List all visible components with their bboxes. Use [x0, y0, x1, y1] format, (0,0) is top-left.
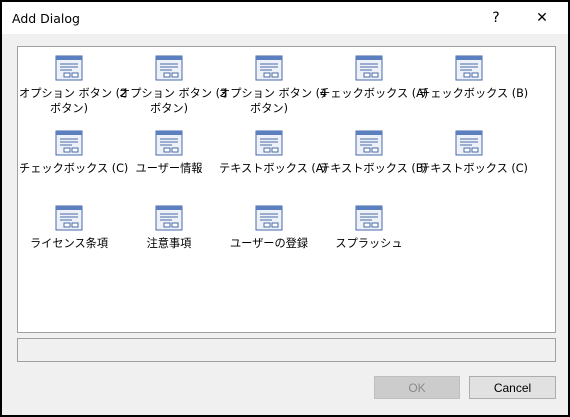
- help-icon: ?: [492, 10, 500, 26]
- dialog-template-label: ユーザー情報: [119, 161, 219, 176]
- dialog-template-icon: [355, 130, 383, 156]
- dialog-template-label: 注意事項: [119, 236, 219, 251]
- dialog-template-icon: [455, 130, 483, 156]
- label-line: オプション ボタン (4: [219, 87, 328, 100]
- dialog-template-icon: [255, 55, 283, 81]
- label-line: チェックボックス (B): [419, 87, 529, 100]
- dialog-template-label: ユーザーの登録: [219, 236, 319, 251]
- dialog-template-item[interactable]: テキストボックス (C): [419, 130, 528, 176]
- dialog-template-item[interactable]: テキストボックス (B): [319, 130, 428, 176]
- dialog-template-label: オプション ボタン (3 ボタン): [119, 86, 228, 116]
- dialog-template-item[interactable]: チェックボックス (B): [419, 55, 529, 101]
- label-line: ライセンス条項: [29, 237, 109, 250]
- dialog-template-item[interactable]: オプション ボタン (4 ボタン): [219, 55, 328, 116]
- dialog-template-item[interactable]: オプション ボタン (2 ボタン): [19, 55, 128, 116]
- dialog-template-item[interactable]: チェックボックス (C): [19, 130, 129, 176]
- dialog-template-icon: [155, 130, 183, 156]
- dialog-template-icon: [55, 130, 83, 156]
- dialog-template-label: チェックボックス (A): [319, 86, 429, 101]
- dialog-template-icon: [355, 55, 383, 81]
- label-line: オプション ボタン (3: [119, 87, 228, 100]
- dialog-template-item[interactable]: テキストボックス (A): [219, 130, 328, 176]
- label-line: テキストボックス (B): [319, 162, 428, 175]
- dialog-template-icon: [155, 55, 183, 81]
- label-line: チェックボックス (A): [319, 87, 429, 100]
- dialog-template-icon: [255, 130, 283, 156]
- close-button[interactable]: ✕: [520, 2, 564, 34]
- dialog-template-item[interactable]: ユーザーの登録: [219, 205, 319, 251]
- label-line: 注意事項: [146, 237, 192, 250]
- window-title: Add Dialog: [12, 11, 80, 26]
- dialog-template-label: テキストボックス (C): [419, 161, 528, 176]
- label-line: ユーザーの登録: [229, 237, 309, 250]
- label-line: テキストボックス (A): [219, 162, 328, 175]
- dialog-template-icon: [355, 205, 383, 231]
- label-line: ボタン): [150, 102, 188, 115]
- label-line: ボタン): [250, 102, 288, 115]
- dialog-template-label: チェックボックス (B): [419, 86, 529, 101]
- label-line: スプラッシュ: [335, 237, 403, 250]
- label-line: ユーザー情報: [135, 162, 203, 175]
- dialog-template-icon: [155, 205, 183, 231]
- dialog-template-item[interactable]: ユーザー情報: [119, 130, 219, 176]
- label-line: ボタン): [50, 102, 88, 115]
- dialog-template-label: チェックボックス (C): [19, 161, 129, 176]
- dialog-template-icon: [455, 55, 483, 81]
- dialog-template-label: スプラッシュ: [319, 236, 419, 251]
- label-line: チェックボックス (C): [19, 162, 129, 175]
- dialog-template-label: オプション ボタン (2 ボタン): [19, 86, 128, 116]
- dialog-template-item[interactable]: 注意事項: [119, 205, 219, 251]
- label-line: オプション ボタン (2: [19, 87, 128, 100]
- dialog-template-label: オプション ボタン (4 ボタン): [219, 86, 328, 116]
- dialog-template-label: テキストボックス (A): [219, 161, 328, 176]
- add-dialog-window: Add Dialog ? ✕ オプション ボタン (2 ボタン) オプション ボタン…: [0, 0, 570, 417]
- ok-button[interactable]: OK: [374, 376, 460, 399]
- description-box: [17, 338, 556, 362]
- title-bar: Add Dialog ? ✕: [2, 2, 568, 34]
- dialog-template-label: ライセンス条項: [19, 236, 119, 251]
- dialog-template-label: テキストボックス (B): [319, 161, 428, 176]
- dialog-template-item[interactable]: オプション ボタン (3 ボタン): [119, 55, 228, 116]
- close-icon: ✕: [536, 10, 548, 26]
- dialog-template-item[interactable]: スプラッシュ: [319, 205, 419, 251]
- cancel-button[interactable]: Cancel: [469, 376, 556, 399]
- dialog-template-icon: [55, 55, 83, 81]
- help-button[interactable]: ?: [474, 2, 518, 34]
- dialog-template-item[interactable]: ライセンス条項: [19, 205, 119, 251]
- dialog-template-icon: [55, 205, 83, 231]
- dialog-template-item[interactable]: チェックボックス (A): [319, 55, 429, 101]
- dialog-template-list[interactable]: オプション ボタン (2 ボタン) オプション ボタン (3 ボタン) オプション ボタ…: [17, 46, 556, 333]
- label-line: テキストボックス (C): [419, 162, 528, 175]
- dialog-template-icon: [255, 205, 283, 231]
